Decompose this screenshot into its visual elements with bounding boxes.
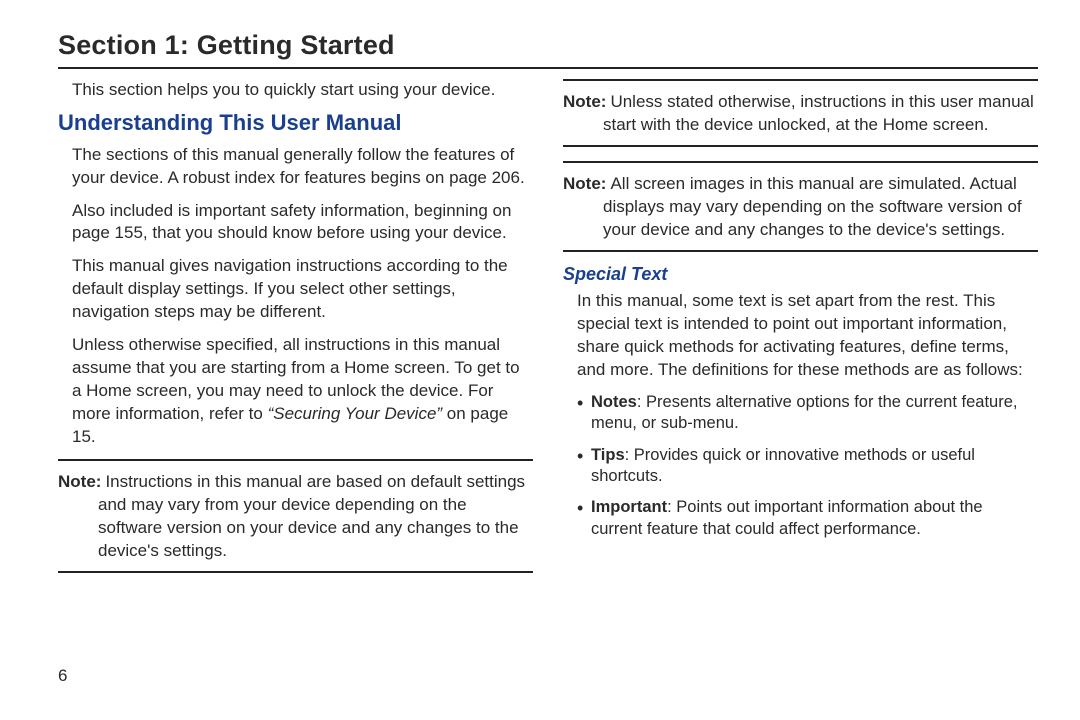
right-para-1: In this manual, some text is set apart f… bbox=[577, 290, 1038, 382]
left-para-4: Unless otherwise specified, all instruct… bbox=[72, 334, 533, 449]
manual-page: Section 1: Getting Started This section … bbox=[0, 0, 1080, 720]
left-para-1: The sections of this manual generally fo… bbox=[72, 144, 533, 190]
note-divider-bottom-left bbox=[58, 571, 533, 573]
left-para-4-ref: “Securing Your Device” bbox=[268, 404, 443, 423]
left-column: This section helps you to quickly start … bbox=[58, 77, 533, 583]
bullet-label-2: Important bbox=[591, 498, 667, 516]
note-block-1: Note:Instructions in this manual are bas… bbox=[58, 471, 533, 563]
page-number: 6 bbox=[58, 666, 67, 686]
title-divider bbox=[58, 67, 1038, 69]
left-para-2: Also included is important safety inform… bbox=[72, 200, 533, 246]
bullet-list: Notes: Presents alternative options for … bbox=[577, 392, 1038, 541]
note-body-1: Instructions in this manual are based on… bbox=[98, 472, 525, 560]
note-divider-bottom-right-2 bbox=[563, 250, 1038, 252]
note-label-2: Note: bbox=[563, 92, 606, 111]
note-block-2: Note:Unless stated otherwise, instructio… bbox=[563, 91, 1038, 137]
intro-line: This section helps you to quickly start … bbox=[72, 79, 533, 102]
left-para-3: This manual gives navigation instruction… bbox=[72, 255, 533, 324]
section-heading: Understanding This User Manual bbox=[58, 108, 533, 138]
bullet-text-0: : Presents alternative options for the c… bbox=[591, 393, 1017, 432]
bullet-item: Important: Points out important informat… bbox=[577, 497, 1038, 540]
note-divider-top-right-1 bbox=[563, 79, 1038, 81]
note-body-2: Unless stated otherwise, instructions in… bbox=[603, 92, 1034, 134]
right-column: Note:Unless stated otherwise, instructio… bbox=[563, 77, 1038, 583]
bullet-item: Notes: Presents alternative options for … bbox=[577, 392, 1038, 435]
note-divider-top-right-2 bbox=[563, 161, 1038, 163]
note-body-3: All screen images in this manual are sim… bbox=[603, 174, 1022, 239]
bullet-label-0: Notes bbox=[591, 393, 637, 411]
bullet-item: Tips: Provides quick or innovative metho… bbox=[577, 445, 1038, 488]
bullet-label-1: Tips bbox=[591, 446, 625, 464]
sub-heading: Special Text bbox=[563, 262, 1038, 286]
note-divider-top-left bbox=[58, 459, 533, 461]
note-block-3: Note:All screen images in this manual ar… bbox=[563, 173, 1038, 242]
note-label-1: Note: bbox=[58, 472, 101, 491]
section-title: Section 1: Getting Started bbox=[58, 30, 1038, 61]
columns: This section helps you to quickly start … bbox=[58, 77, 1038, 583]
bullet-text-1: : Provides quick or innovative methods o… bbox=[591, 446, 975, 485]
note-label-3: Note: bbox=[563, 174, 606, 193]
note-divider-bottom-right-1 bbox=[563, 145, 1038, 147]
